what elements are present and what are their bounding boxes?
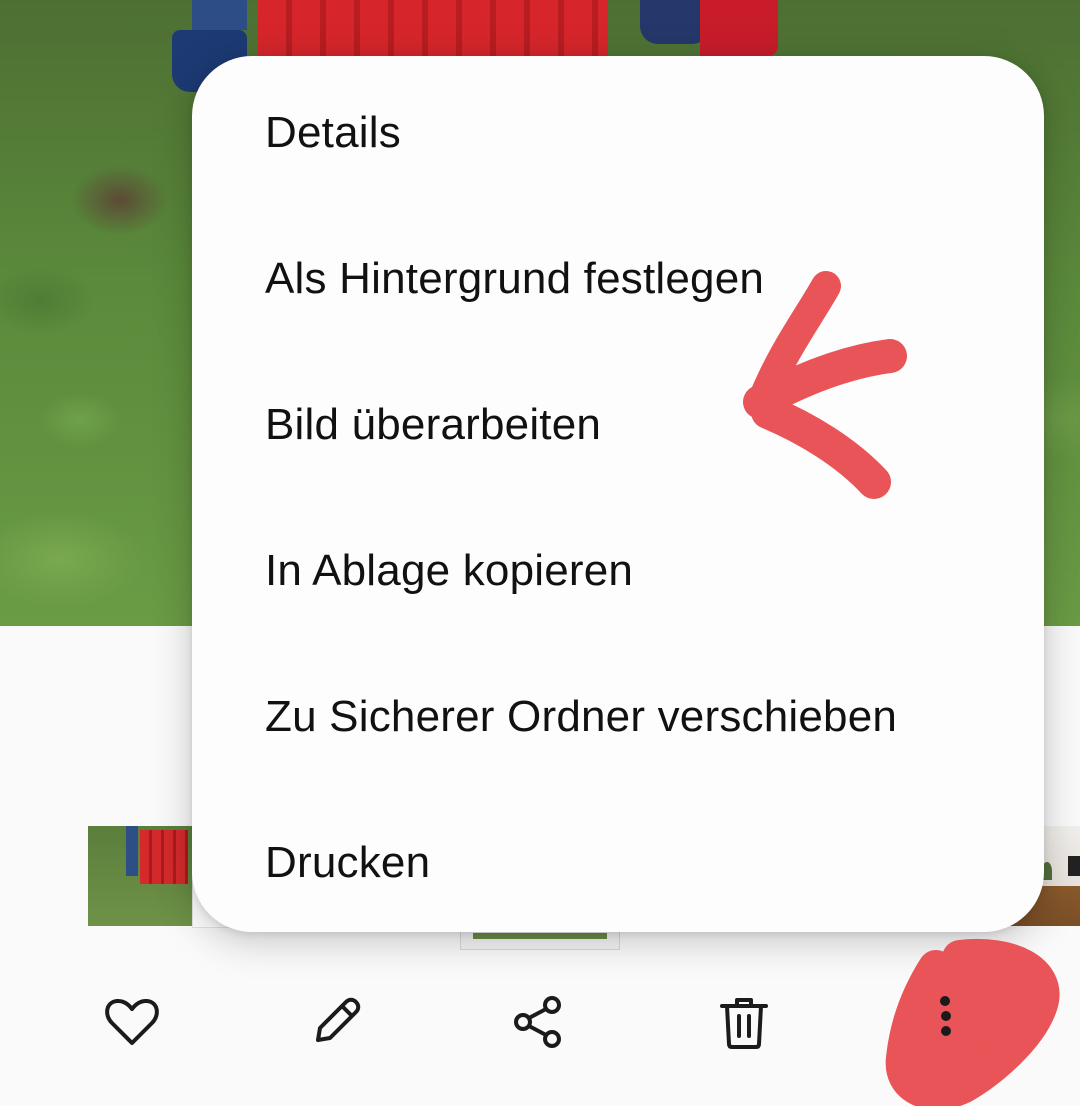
more-vertical-icon	[943, 1002, 953, 1042]
pencil-icon	[316, 997, 361, 1042]
delete-button[interactable]	[706, 984, 782, 1060]
favorite-button[interactable]	[94, 984, 170, 1060]
more-options-button[interactable]	[910, 984, 986, 1060]
menu-item-remaster-picture[interactable]: Bild überarbeiten	[192, 352, 1044, 498]
photo-red-crate	[258, 0, 608, 60]
photo-red-pants	[700, 0, 778, 56]
edit-button[interactable]	[298, 984, 374, 1060]
thumbnail-detail	[126, 826, 138, 876]
thumbnail-detail	[140, 830, 188, 884]
filmstrip-thumbnail[interactable]	[88, 826, 192, 926]
heart-icon	[105, 998, 159, 1045]
share-icon	[514, 996, 561, 1048]
menu-item-print[interactable]: Drucken	[192, 790, 1044, 936]
menu-item-move-to-secure-folder[interactable]: Zu Sicherer Ordner verschieben	[192, 644, 1044, 790]
overflow-menu: Details Als Hintergrund festlegen Bild ü…	[192, 56, 1044, 932]
menu-item-copy-to-clipboard[interactable]: In Ablage kopieren	[192, 498, 1044, 644]
trash-icon	[720, 998, 768, 1049]
thumbnail-detail	[1068, 856, 1080, 876]
menu-item-details[interactable]: Details	[192, 60, 1044, 206]
share-button[interactable]	[500, 984, 576, 1060]
photo-person-leg	[192, 0, 247, 30]
menu-item-set-as-wallpaper[interactable]: Als Hintergrund festlegen	[192, 206, 1044, 352]
